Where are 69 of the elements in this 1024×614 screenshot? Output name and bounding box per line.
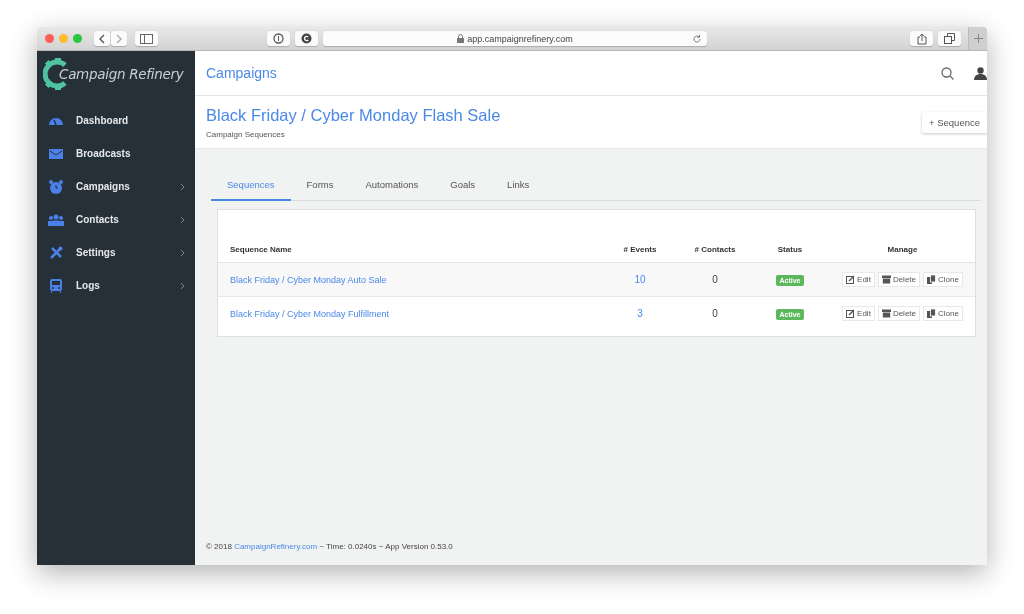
action-button[interactable]: Delete [877, 272, 920, 287]
tab[interactable]: Goals [434, 169, 492, 201]
sidebar-item[interactable]: Dashboard [37, 104, 195, 137]
table-cell-text: 0 [711, 308, 719, 319]
sidebar-item[interactable]: Logs [37, 269, 195, 302]
envelope-icon [48, 148, 64, 159]
sidebar-item[interactable]: Settings [37, 236, 195, 269]
gauge-icon [48, 116, 64, 125]
tabs-button[interactable] [938, 31, 961, 46]
back-button[interactable] [94, 31, 110, 46]
sidebar-icon [140, 33, 153, 44]
plus-icon [973, 34, 983, 43]
column-header: Status [776, 244, 804, 254]
action-button[interactable]: Edit [842, 272, 875, 287]
user-icon[interactable] [974, 66, 987, 80]
tab[interactable]: Automations [349, 169, 435, 201]
column-header: # Contacts [693, 244, 737, 254]
address-bar[interactable]: app.campaignrefinery.com [323, 31, 707, 46]
search-icon[interactable] [941, 66, 954, 80]
column-header: Manage [886, 244, 919, 254]
column-header: Sequence Name [229, 244, 293, 254]
url-text: app.campaignrefinery.com [457, 33, 573, 44]
campaign-subtitle: Campaign Sequences [206, 129, 286, 139]
tabs-icon [944, 33, 955, 44]
chevron-left-icon [98, 33, 106, 44]
campaign-title: Black Friday / Cyber Monday Flash Sale [206, 105, 501, 125]
lock-icon [457, 34, 465, 43]
sidebar-item-label: Broadcasts [76, 148, 132, 159]
column-header: # Events [622, 244, 658, 254]
sequence-link[interactable]: Black Friday / Cyber Monday Fulfillment [230, 308, 390, 319]
action-button[interactable]: Clone [923, 272, 963, 287]
circle-icon [273, 33, 284, 44]
events-link[interactable]: 3 [637, 308, 643, 319]
sidebar-item-label: Dashboard [76, 115, 130, 126]
logo-text: Campaign Refinery [59, 65, 184, 82]
tab[interactable]: Links [491, 169, 546, 201]
sidebar-item[interactable]: Contacts [37, 203, 195, 236]
share-button[interactable] [910, 31, 933, 46]
sidebar-item[interactable]: Campaigns [37, 170, 195, 203]
copy-icon [927, 309, 936, 318]
archive-icon [881, 309, 891, 318]
sidebar-item-label: Contacts [76, 214, 120, 225]
password-extension-button[interactable] [267, 31, 290, 46]
sidebar-item-label: Settings [76, 247, 117, 258]
tab[interactable]: Forms [290, 169, 350, 201]
add-sequence-button[interactable]: + Sequence [922, 111, 987, 133]
sidebar-item[interactable]: Broadcasts [37, 137, 195, 170]
action-button[interactable]: Edit [842, 306, 875, 321]
sidebar-item-label: Campaigns [76, 181, 131, 192]
circle-c-icon [301, 33, 312, 44]
footer-text: © 2018 CampaignRefinery.com ~ Time: 0.0240s ~ App Version 0.53.0 [206, 542, 454, 551]
share-icon [916, 32, 927, 45]
reload-icon[interactable] [692, 33, 702, 44]
grammar-extension-button[interactable] [295, 31, 318, 46]
copy-icon [927, 275, 936, 284]
action-button[interactable]: Clone [923, 306, 963, 321]
chevron-right-icon [115, 33, 123, 44]
table-cell-text: 0 [711, 274, 719, 285]
sidebar-toggle-button[interactable] [135, 31, 158, 46]
sidebar-item-label: Logs [76, 280, 101, 291]
train-icon [48, 278, 64, 293]
alarm-clock-icon [48, 179, 64, 194]
page-title: Campaigns [206, 65, 278, 81]
sequence-link[interactable]: Black Friday / Cyber Monday Auto Sale [230, 274, 387, 285]
edit-icon [846, 275, 856, 284]
users-icon [48, 213, 64, 226]
action-button[interactable]: Delete [877, 306, 920, 321]
archive-icon [881, 275, 891, 284]
edit-icon [846, 309, 856, 318]
